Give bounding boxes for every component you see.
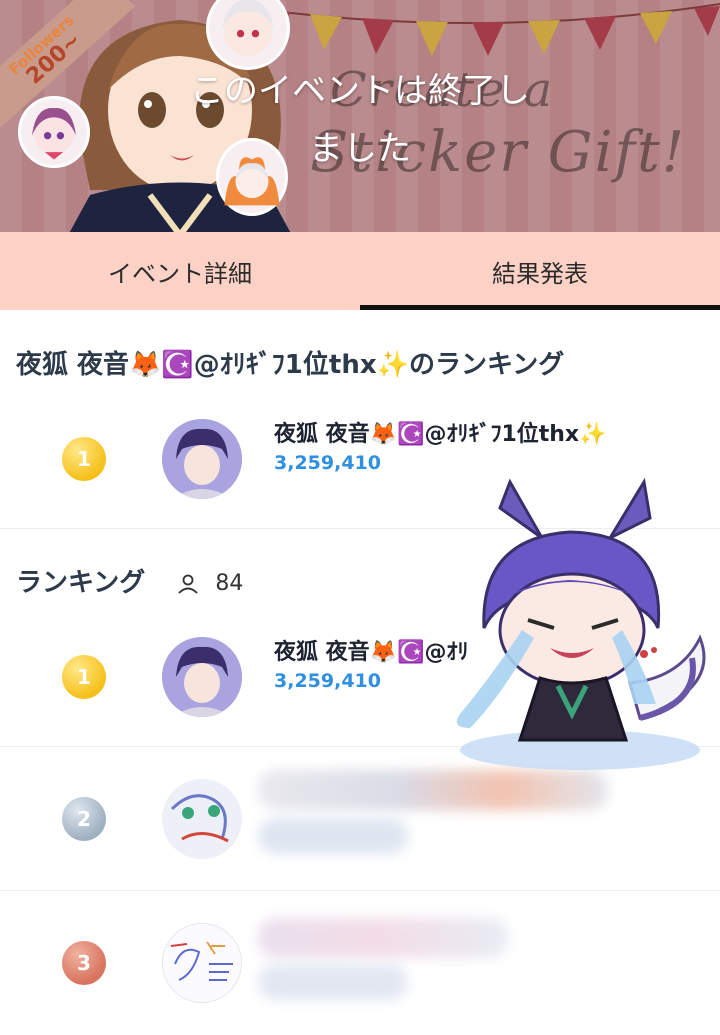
user-score: 3,259,410 (274, 452, 381, 474)
bunting-decoration (250, 3, 720, 56)
avatar (162, 637, 242, 717)
user-score: 3,259,410 (274, 670, 381, 692)
crying-fox-sticker (456, 478, 706, 770)
ranking-row[interactable]: 3 (0, 892, 720, 1034)
participant-count: 84 (215, 571, 244, 596)
tab-bar: イベント詳細 結果発表 (0, 232, 720, 310)
redacted-score (258, 818, 408, 854)
rank-badge-gold: 1 (62, 655, 106, 699)
avatar (162, 923, 242, 1003)
avatar (162, 419, 242, 499)
event-ended-message: このイベントは終了し ました (0, 62, 720, 178)
tab-results[interactable]: 結果発表 (360, 232, 720, 310)
event-banner: Followers 200~ Create a Sticker Gift! この… (0, 0, 720, 232)
person-icon (178, 574, 198, 594)
event-ended-line-2: ました (309, 129, 411, 169)
redacted-score (258, 964, 408, 1000)
ranking-header: ランキング 84 (16, 562, 243, 599)
sticker-white-hair-girl (206, 0, 290, 70)
tab-event-details[interactable]: イベント詳細 (0, 232, 360, 310)
redacted-name (258, 918, 508, 958)
divider (0, 890, 720, 891)
avatar (162, 779, 242, 859)
rank-badge-gold: 1 (62, 437, 106, 481)
ranking-title: ランキング (16, 568, 146, 598)
rank-badge-silver: 2 (62, 797, 106, 841)
event-ended-line-1: このイベントは終了し (190, 71, 530, 111)
rank-badge-bronze: 3 (62, 941, 106, 985)
user-name: 夜狐 夜音🦊☪️@ｵﾘｷﾞﾌ1位thx✨ (274, 422, 607, 447)
host-ranking-title: 夜狐 夜音🦊☪️@ｵﾘｷﾞﾌ1位thx✨のランキング (16, 350, 565, 380)
